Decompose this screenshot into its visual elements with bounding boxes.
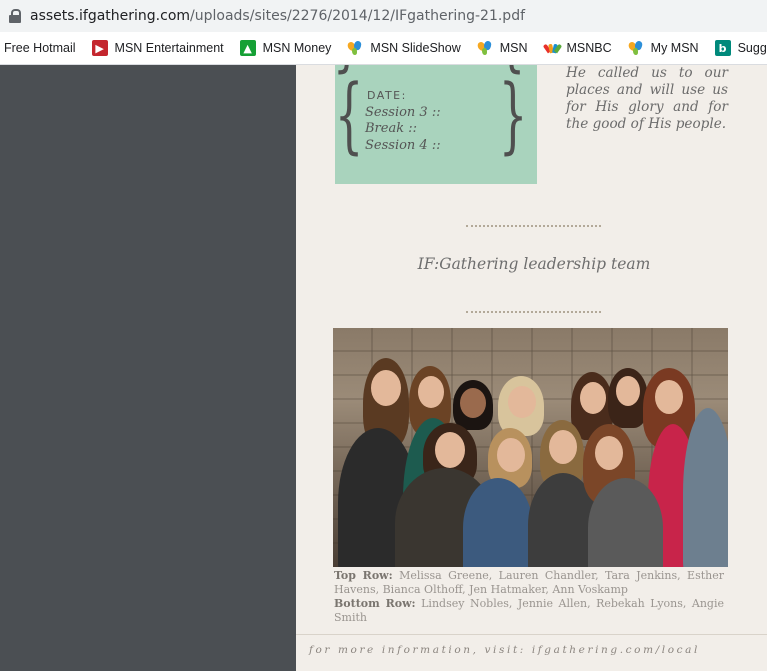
session-3-label: Session 3 :: [365, 105, 441, 120]
bookmark-label: MSNBC [566, 41, 612, 55]
caption-top-names: Melissa Greene, Lauren Chandler, Tara Je… [334, 569, 724, 596]
brace-right: } [498, 68, 528, 163]
photo-caption: Top Row: Melissa Greene, Lauren Chandler… [334, 569, 724, 625]
brace-left: { [334, 68, 364, 163]
bing-icon: b [714, 40, 731, 56]
bookmark-free-hotmail[interactable]: Free Hotmail [4, 41, 76, 55]
pdf-viewer[interactable]: } { { } DATE: Session 3 :: Break :: Sess… [0, 65, 767, 671]
bookmark-label: Suggested [737, 41, 767, 55]
msn-butterfly-icon [476, 40, 493, 56]
footer-info: for more information, visit: ifgathering… [309, 644, 700, 656]
msn-money-icon: ▲ [239, 40, 256, 56]
bookmark-msnbc[interactable]: MSNBC [542, 40, 612, 56]
page-divider [296, 634, 767, 635]
session-4-label: Session 4 :: [365, 138, 441, 153]
caption-bottom-label: Bottom Row: [334, 597, 416, 610]
viewer-side-panel [0, 65, 296, 671]
msn-entertainment-icon: ▶ [91, 40, 108, 56]
quote-line: the good of His people. [566, 116, 727, 132]
msn-butterfly-icon [627, 40, 644, 56]
bookmark-suggested[interactable]: b Suggested [714, 40, 767, 56]
section-title: IF:Gathering leadership team [417, 255, 651, 273]
bookmark-label: Free Hotmail [4, 41, 76, 55]
quote-line: He called us to our [566, 65, 728, 81]
team-photo [333, 328, 728, 567]
bookmark-msn[interactable]: MSN [476, 40, 528, 56]
bookmark-msn-entertainment[interactable]: ▶ MSN Entertainment [91, 40, 224, 56]
bookmark-label: MSN SlideShow [370, 41, 461, 55]
caption-top-label: Top Row: [334, 569, 393, 582]
quote-line: places and will use us [566, 82, 728, 98]
quote-line: for His glory and for [566, 99, 728, 115]
bookmark-msn-slideshow[interactable]: MSN SlideShow [346, 40, 461, 56]
bookmark-label: My MSN [650, 41, 699, 55]
msnbc-peacock-icon [542, 40, 562, 56]
bookmark-label: MSN Entertainment [114, 41, 224, 55]
bookmark-msn-money[interactable]: ▲ MSN Money [239, 40, 332, 56]
url-host: assets.ifgathering.com [30, 8, 191, 24]
schedule-box: } { { } DATE: Session 3 :: Break :: Sess… [333, 65, 537, 184]
url-path: /uploads/sites/2276/2014/12/IFgathering-… [190, 8, 526, 24]
pdf-page[interactable]: } { { } DATE: Session 3 :: Break :: Sess… [296, 65, 767, 671]
address-bar[interactable]: assets.ifgathering.com/uploads/sites/227… [0, 0, 767, 32]
bookmark-label: MSN [499, 41, 528, 55]
date-label: DATE: [367, 89, 407, 102]
bookmarks-bar: Free Hotmail ▶ MSN Entertainment ▲ MSN M… [0, 32, 767, 65]
msn-butterfly-icon [346, 40, 363, 56]
dotted-divider-bottom [466, 311, 601, 315]
quote-text: He called us to our places and will use … [566, 65, 728, 133]
dotted-divider-top [466, 225, 601, 229]
bookmark-my-msn[interactable]: My MSN [627, 40, 699, 56]
bookmark-label: MSN Money [262, 41, 332, 55]
break-label: Break :: [365, 121, 417, 136]
lock-icon[interactable] [8, 9, 22, 23]
